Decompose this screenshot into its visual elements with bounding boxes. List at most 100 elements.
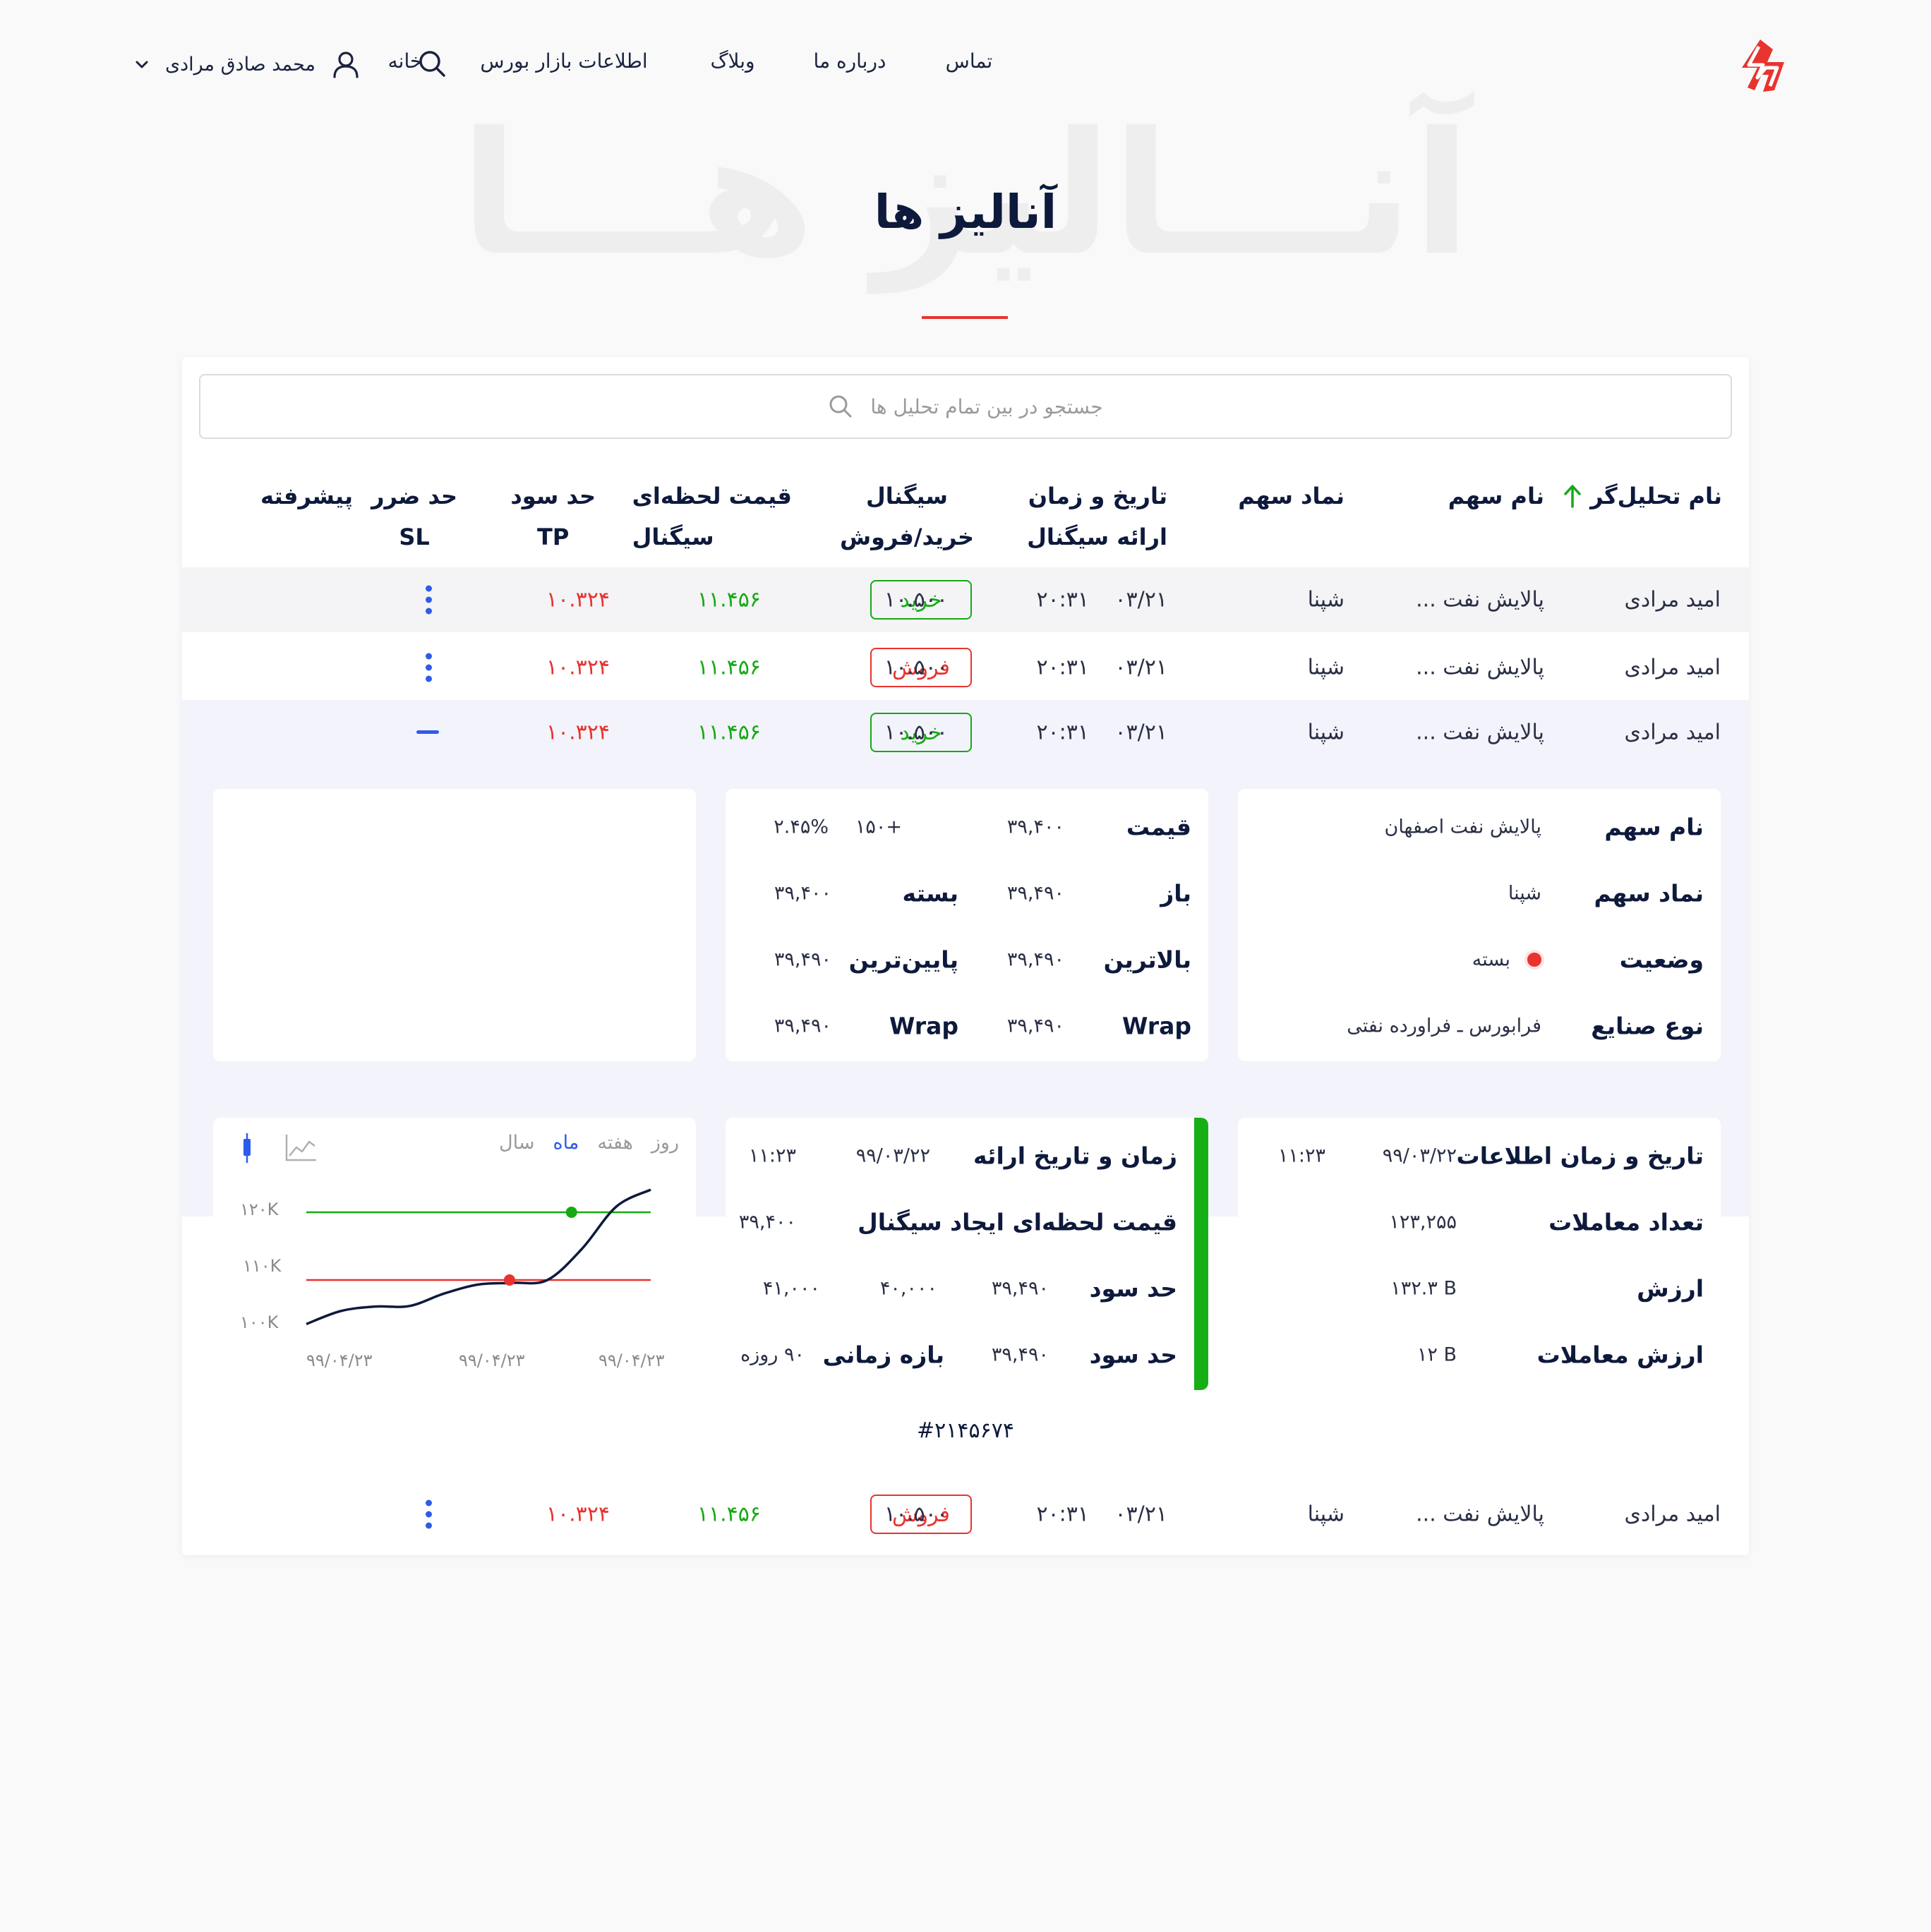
collapse-icon[interactable] bbox=[416, 730, 439, 734]
nav-blog[interactable]: وبلاگ bbox=[710, 49, 754, 73]
row-price: ۱۰.۵۰۰ bbox=[884, 655, 948, 680]
row-analyst: امید مرادی bbox=[1624, 655, 1721, 680]
info-symbol-value: شپنا bbox=[1508, 882, 1541, 905]
row-symbol: شپنا bbox=[1307, 587, 1345, 612]
search-icon bbox=[419, 51, 445, 77]
trade-date-value: ۹۹/۰۳/۲۲ bbox=[1382, 1145, 1457, 1167]
trade-time-value: ۱۱:۲۳ bbox=[1277, 1145, 1325, 1167]
info-industry-value: فرابورس ـ فراورده نفتی bbox=[1347, 1015, 1541, 1037]
more-options-icon[interactable] bbox=[425, 585, 432, 615]
signal-status-bar bbox=[1194, 1118, 1208, 1390]
signal-tp-label: حد سود bbox=[1089, 1274, 1177, 1303]
empty-panel bbox=[213, 789, 696, 1061]
signal-time-value: ۱۱:۲۳ bbox=[748, 1145, 796, 1167]
header-signal-line2: خرید/فروش bbox=[839, 524, 974, 550]
table-row-expanded[interactable]: امید مرادی پالایش نفت ... شپنا ۰۳/۲۱ ۲۰:… bbox=[182, 700, 1749, 763]
row-date: ۰۳/۲۱ bbox=[1114, 587, 1167, 612]
row-analyst: امید مرادی bbox=[1624, 587, 1721, 612]
nav-about[interactable]: درباره ما bbox=[814, 49, 886, 73]
open-value: ۳۹,۴۹۰ bbox=[1006, 882, 1064, 905]
more-options-icon[interactable] bbox=[425, 1499, 432, 1529]
search-icon bbox=[829, 395, 852, 418]
close-label: بسته bbox=[902, 879, 958, 907]
search-input[interactable]: جستجو در بین تمام تحلیل ها bbox=[870, 395, 1102, 418]
wrap-value: ۳۹,۴۹۰ bbox=[1006, 1015, 1064, 1037]
analysis-id: #۲۱۴۵۶۷۴ bbox=[917, 1418, 1014, 1443]
title-underline bbox=[922, 316, 1008, 319]
row-tp: ۱۱.۴۵۶ bbox=[697, 1502, 761, 1527]
chart-marker bbox=[503, 1274, 515, 1286]
nav-contact[interactable]: تماس bbox=[946, 49, 993, 73]
signal-period-label: بازه زمانی bbox=[822, 1341, 944, 1369]
nav-market-info[interactable]: اطلاعات بازار بورس bbox=[480, 49, 647, 73]
trade-count-value: ۱۲۳,۲۵۵ bbox=[1389, 1211, 1457, 1233]
row-analyst: امید مرادی bbox=[1624, 1502, 1721, 1527]
more-options-icon[interactable] bbox=[425, 653, 432, 682]
chevron-down-icon bbox=[136, 61, 148, 68]
row-sl: ۱۰.۳۲۴ bbox=[546, 1502, 610, 1527]
header-datetime-line2: ارائه سیگنال bbox=[1027, 524, 1167, 550]
info-name-value: پالایش نفت اصفهان bbox=[1384, 816, 1541, 838]
trade-info-panel: تاریخ و زمان اطلاعات ۹۹/۰۳/۲۲ ۱۱:۲۳ تعدا… bbox=[1238, 1118, 1721, 1390]
row-symbol: شپنا bbox=[1307, 720, 1345, 745]
search-box[interactable]: جستجو در بین تمام تحلیل ها bbox=[199, 374, 1732, 439]
row-price: ۱۰.۵۰۰ bbox=[884, 720, 948, 745]
header-search-button[interactable] bbox=[416, 48, 447, 79]
row-date: ۰۳/۲۱ bbox=[1114, 1502, 1167, 1527]
table-row[interactable]: امید مرادی پالایش نفت ... شپنا ۰۳/۲۱ ۲۰:… bbox=[182, 567, 1749, 632]
header-signal: سیگنال خرید/فروش bbox=[840, 476, 974, 557]
header-stock-name: نام سهم bbox=[1448, 483, 1544, 509]
header-advanced: پیشرفته bbox=[260, 483, 353, 509]
info-name-label: نام سهم bbox=[1604, 813, 1704, 841]
high-label: بالاترین bbox=[1103, 946, 1191, 974]
trade-date-label: تاریخ و زمان اطلاعات bbox=[1456, 1142, 1704, 1170]
row-symbol: شپنا bbox=[1307, 655, 1345, 680]
price-label: قیمت bbox=[1126, 813, 1191, 841]
row-sl: ۱۰.۳۲۴ bbox=[546, 720, 610, 745]
header-sl-line1: حد ضرر bbox=[371, 483, 457, 509]
price-series-line bbox=[306, 1188, 651, 1326]
close-value: ۳۹,۴۰۰ bbox=[774, 882, 831, 905]
trade-value-label: ارزش bbox=[1637, 1274, 1704, 1303]
header-tp: حد سود TP bbox=[510, 476, 596, 557]
price-change-pct: ۲.۴۵% bbox=[774, 816, 829, 838]
header-analyst[interactable]: نام تحلیل‌گر bbox=[1563, 476, 1722, 517]
header-sl: حد ضرر SL bbox=[371, 476, 457, 557]
table-row[interactable]: امید مرادی پالایش نفت ... شپنا ۰۳/۲۱ ۲۰:… bbox=[182, 1473, 1749, 1555]
signal-time-label: زمان و تاریخ ارائه bbox=[973, 1142, 1177, 1170]
row-sl: ۱۰.۳۲۴ bbox=[546, 587, 610, 612]
info-status-value: بسته bbox=[1472, 948, 1510, 971]
signal-tp1: ۳۹,۴۹۰ bbox=[991, 1277, 1049, 1300]
info-symbol-label: نماد سهم bbox=[1594, 879, 1704, 907]
user-menu[interactable]: محمد صادق مرادی bbox=[134, 49, 361, 79]
header-price: قیمت لحظه‌ای سیگنال bbox=[632, 476, 792, 557]
header-signal-line1: سیگنال bbox=[865, 483, 948, 509]
price-value: ۳۹,۴۰۰ bbox=[1006, 816, 1064, 838]
header-sl-line2: SL bbox=[399, 524, 430, 550]
row-price: ۱۰.۵۰۰ bbox=[884, 587, 948, 612]
page-title: آنالیز ها bbox=[874, 185, 1057, 239]
price-panel: قیمت ۳۹,۴۰۰ +۱۵۰ ۲.۴۵% باز ۳۹,۴۹۰ بسته ۳… bbox=[726, 789, 1208, 1061]
row-time: ۲۰:۳۱ bbox=[1036, 587, 1089, 612]
signal-period-value: ۹۰ روزه bbox=[740, 1344, 805, 1366]
table-row[interactable]: امید مرادی پالایش نفت ... شپنا ۰۳/۲۱ ۲۰:… bbox=[182, 632, 1749, 700]
info-industry-label: نوع صنایع bbox=[1591, 1012, 1704, 1040]
row-stock: پالایش نفت ... bbox=[1416, 655, 1544, 680]
sort-arrow-up-icon[interactable] bbox=[1563, 483, 1582, 509]
stock-info-panel: نام سهم پالایش نفت اصفهان نماد سهم شپنا … bbox=[1238, 789, 1721, 1061]
row-tp: ۱۱.۴۵۶ bbox=[697, 655, 761, 680]
header-analyst-label: نام تحلیل‌گر bbox=[1590, 483, 1722, 509]
signal-price-value: ۳۹,۴۰۰ bbox=[738, 1211, 796, 1233]
analyses-card: جستجو در بین تمام تحلیل ها نام تحلیل‌گر … bbox=[182, 357, 1749, 1555]
low-value: ۳۹,۴۹۰ bbox=[774, 948, 831, 971]
row-stock: پالایش نفت ... bbox=[1416, 720, 1544, 745]
row-time: ۲۰:۳۱ bbox=[1036, 720, 1089, 745]
header-datetime-line1: تاریخ و زمان bbox=[1028, 483, 1167, 509]
signal-date-value: ۹۹/۰۳/۲۲ bbox=[855, 1145, 930, 1167]
row-tp: ۱۱.۴۵۶ bbox=[697, 587, 761, 612]
header-tp-line1: حد سود bbox=[510, 483, 596, 509]
high-value: ۳۹,۴۹۰ bbox=[1006, 948, 1064, 971]
row-stock: پالایش نفت ... bbox=[1416, 587, 1544, 612]
row-date: ۰۳/۲۱ bbox=[1114, 655, 1167, 680]
row-tp: ۱۱.۴۵۶ bbox=[697, 720, 761, 745]
